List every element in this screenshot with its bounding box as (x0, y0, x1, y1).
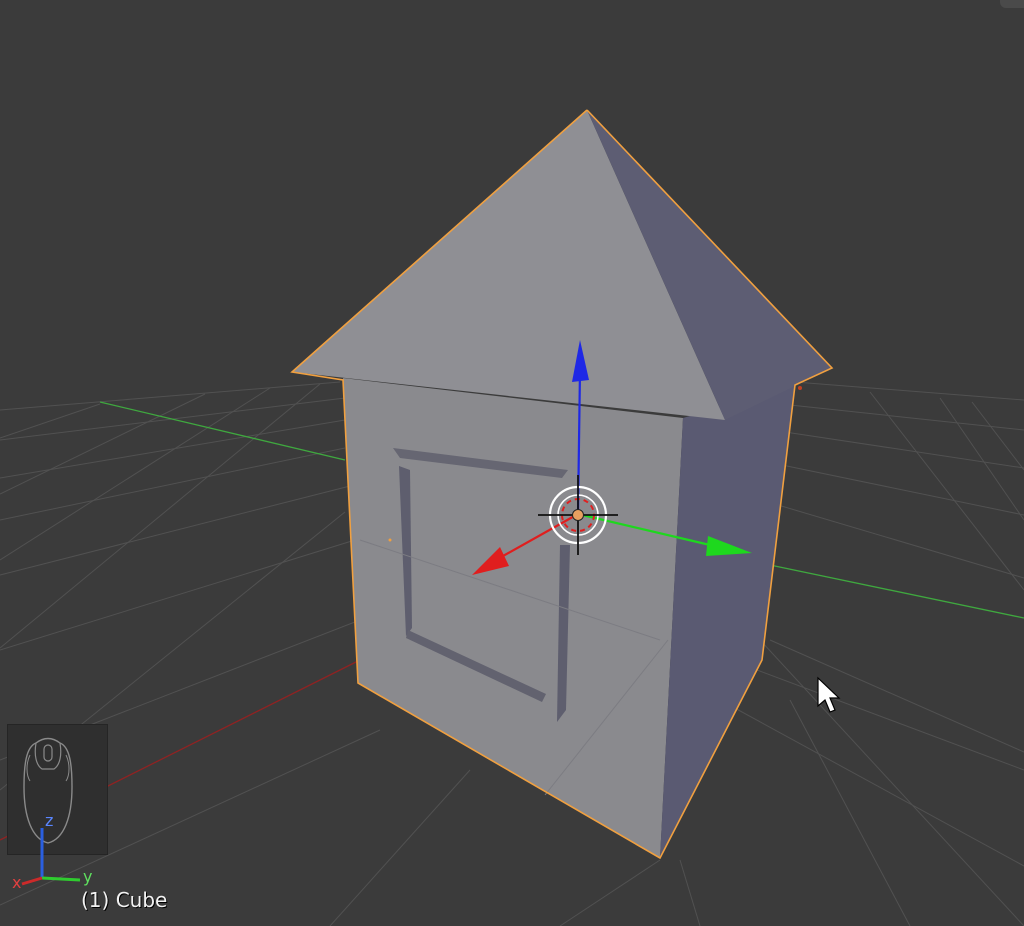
active-object-label: (1) Cube (81, 888, 168, 912)
area-split-handle[interactable] (1000, 0, 1024, 8)
world-y-axis-line (99, 401, 346, 461)
3d-viewport[interactable]: z y x (1) Cube (0, 0, 1024, 926)
house-object[interactable] (290, 109, 834, 860)
viewport-scene[interactable] (0, 0, 1024, 926)
axes-orientation-gizmo: z y x (12, 811, 92, 892)
gizmo-x-label: x (12, 873, 21, 892)
gizmo-y-label: y (83, 867, 92, 886)
house-front-face (343, 378, 683, 858)
object-origin-dot (572, 509, 584, 521)
gizmo-z-label: z (45, 811, 53, 830)
world-y-axis-line-right (769, 564, 1024, 619)
